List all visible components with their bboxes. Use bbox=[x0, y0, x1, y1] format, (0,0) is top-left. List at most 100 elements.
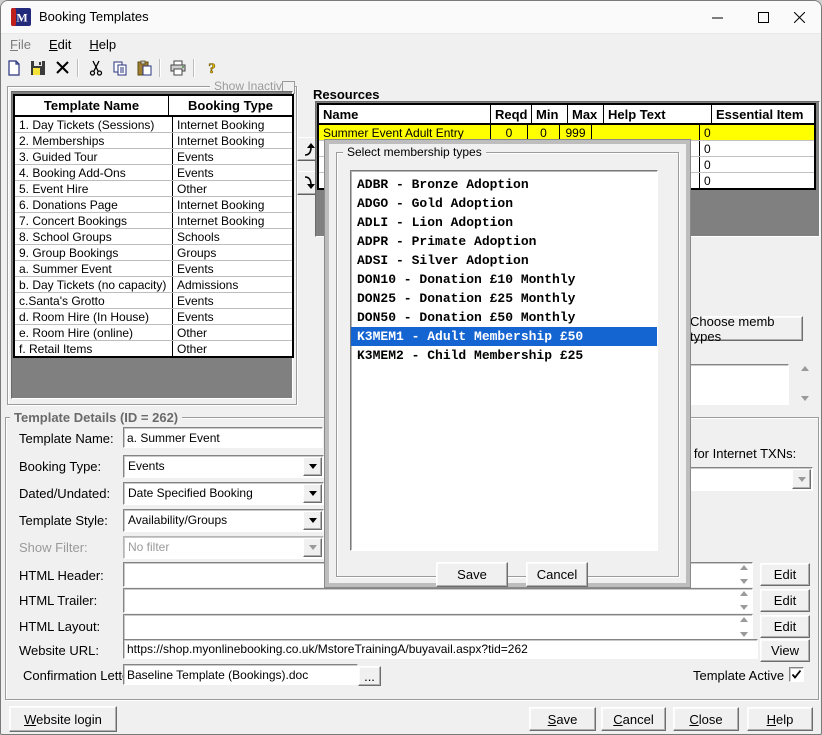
close-button[interactable] bbox=[777, 1, 822, 33]
save-icon[interactable] bbox=[27, 58, 49, 78]
print-icon[interactable] bbox=[167, 58, 189, 78]
html-header-edit-button[interactable]: Edit bbox=[760, 563, 810, 586]
confirmation-letter-input[interactable] bbox=[123, 664, 358, 685]
close-icon bbox=[794, 12, 805, 23]
table-row[interactable]: 4. Booking Add-OnsEvents bbox=[15, 165, 292, 181]
app-logo-icon: M bbox=[11, 8, 31, 26]
combo-arrow-button[interactable] bbox=[303, 457, 322, 476]
list-item[interactable]: ADBR - Bronze Adoption bbox=[351, 175, 657, 194]
combo-arrow-button[interactable] bbox=[303, 484, 322, 503]
resources-title: Resources bbox=[313, 87, 379, 102]
list-item[interactable]: ADSI - Silver Adoption bbox=[351, 251, 657, 270]
table-row[interactable]: 5. Event HireOther bbox=[15, 181, 292, 197]
dialog-title: Select membership types bbox=[343, 145, 486, 159]
booking-type-combo[interactable]: Events bbox=[123, 455, 324, 478]
table-row[interactable]: 3. Guided TourEvents bbox=[15, 149, 292, 165]
confirmation-letter-label: Confirmation Letter: bbox=[23, 668, 137, 683]
table-row[interactable]: 1. Day Tickets (Sessions)Internet Bookin… bbox=[15, 117, 292, 133]
template-style-combo[interactable]: Availability/Groups bbox=[123, 509, 324, 532]
dialog-cancel-button[interactable]: Cancel bbox=[526, 562, 588, 587]
list-item[interactable]: K3MEM2 - Child Membership £25 bbox=[351, 346, 657, 365]
resources-header: Name Reqd Min Max Help Text Essential It… bbox=[319, 105, 814, 125]
delete-icon[interactable] bbox=[51, 58, 73, 78]
html-trailer-label: HTML Trailer: bbox=[19, 593, 97, 608]
chevron-down-icon bbox=[309, 518, 317, 523]
help-icon[interactable]: ? bbox=[201, 58, 223, 78]
table-row[interactable]: c.Santa's GrottoEvents bbox=[15, 293, 292, 309]
cut-icon[interactable] bbox=[85, 58, 107, 78]
window-title: Booking Templates bbox=[39, 9, 149, 24]
help-button[interactable]: Help bbox=[747, 707, 813, 731]
dialog-save-button[interactable]: Save bbox=[436, 562, 508, 587]
template-name-label: Template Name: bbox=[19, 431, 114, 446]
new-icon[interactable] bbox=[3, 58, 25, 78]
table-row[interactable]: 7. Concert BookingsInternet Booking bbox=[15, 213, 292, 229]
svg-text:?: ? bbox=[208, 61, 216, 76]
select-membership-types-dialog: Select membership types ADBR - Bronze Ad… bbox=[324, 139, 691, 588]
html-header-label: HTML Header: bbox=[19, 568, 104, 583]
html-trailer-edit-button[interactable]: Edit bbox=[760, 589, 810, 612]
booking-templates-window: M Booking Templates File Edit Help bbox=[0, 0, 822, 735]
list-item[interactable]: DON25 - Donation £25 Monthly bbox=[351, 289, 657, 308]
maximize-icon bbox=[758, 12, 769, 23]
toolbar-separator bbox=[77, 59, 79, 77]
spin-down-icon bbox=[801, 396, 809, 401]
html-trailer-input[interactable] bbox=[123, 588, 753, 613]
menu-edit[interactable]: Edit bbox=[40, 35, 80, 54]
list-item[interactable]: DON10 - Donation £10 Monthly bbox=[351, 270, 657, 289]
template-table: Template Name Booking Type 1. Day Ticket… bbox=[13, 94, 294, 358]
show-filter-combo: No filter bbox=[123, 536, 324, 559]
spin-up-icon bbox=[801, 366, 809, 371]
menu-bar: File Edit Help bbox=[1, 34, 821, 55]
copy-icon[interactable] bbox=[109, 58, 131, 78]
template-name-input[interactable] bbox=[123, 427, 323, 448]
dated-undated-label: Dated/Undated: bbox=[19, 486, 110, 501]
toolbar-separator bbox=[159, 59, 161, 77]
paste-icon[interactable] bbox=[133, 58, 155, 78]
html-layout-label: HTML Layout: bbox=[19, 619, 100, 634]
website-login-button[interactable]: Website login bbox=[9, 706, 117, 732]
table-row[interactable]: 6. Donations PageInternet Booking bbox=[15, 197, 292, 213]
membership-types-listbox[interactable]: ADBR - Bronze Adoption ADGO - Gold Adopt… bbox=[350, 170, 658, 551]
table-row[interactable]: 8. School GroupsSchools bbox=[15, 229, 292, 245]
choose-memb-types-button[interactable]: Choose memb types bbox=[689, 316, 803, 341]
minimize-button[interactable] bbox=[695, 1, 740, 33]
dated-undated-combo[interactable]: Date Specified Booking bbox=[123, 482, 324, 505]
template-active-label: Template Active bbox=[693, 668, 784, 683]
chevron-down-icon bbox=[309, 491, 317, 496]
confirmation-browse-button[interactable]: ... bbox=[358, 666, 381, 686]
website-url-view-button[interactable]: View bbox=[760, 639, 810, 662]
close-button-footer[interactable]: Close bbox=[673, 707, 739, 731]
list-item[interactable]: DON50 - Donation £50 Monthly bbox=[351, 308, 657, 327]
chevron-down-icon bbox=[309, 545, 317, 550]
list-item[interactable]: ADGO - Gold Adoption bbox=[351, 194, 657, 213]
html-layout-input[interactable] bbox=[123, 614, 753, 640]
html-layout-edit-button[interactable]: Edit bbox=[760, 615, 810, 638]
spin-up-icon bbox=[740, 617, 748, 622]
table-row[interactable]: e. Room Hire (online)Other bbox=[15, 325, 292, 341]
website-url-input[interactable] bbox=[123, 639, 758, 659]
spin-down-icon bbox=[740, 632, 748, 637]
spin-down-icon bbox=[740, 579, 748, 584]
table-row[interactable]: b. Day Tickets (no capacity)Admissions bbox=[15, 277, 292, 293]
table-row[interactable]: d. Room Hire (In House)Events bbox=[15, 309, 292, 325]
table-row[interactable]: 2. MembershipsInternet Booking bbox=[15, 133, 292, 149]
show-filter-label: Show Filter: bbox=[19, 540, 88, 555]
list-item[interactable]: ADLI - Lion Adoption bbox=[351, 213, 657, 232]
memb-types-spinner[interactable] bbox=[791, 364, 811, 403]
combo-arrow-button[interactable] bbox=[303, 511, 322, 530]
save-button[interactable]: Save bbox=[529, 707, 596, 731]
list-item[interactable]: ADPR - Primate Adoption bbox=[351, 232, 657, 251]
template-active-checkbox[interactable] bbox=[789, 667, 804, 682]
cancel-button[interactable]: Cancel bbox=[601, 707, 666, 731]
toolbar: ? bbox=[1, 55, 821, 80]
table-row[interactable]: f. Retail ItemsOther bbox=[15, 341, 292, 356]
menu-help[interactable]: Help bbox=[80, 35, 125, 54]
list-item-selected[interactable]: K3MEM1 - Adult Membership £50 bbox=[351, 327, 657, 346]
menu-file[interactable]: File bbox=[1, 35, 40, 54]
table-row[interactable]: a. Summer EventEvents bbox=[15, 261, 292, 277]
template-details-title: Template Details (ID = 262) bbox=[10, 410, 182, 425]
minimize-icon bbox=[712, 12, 723, 23]
check-icon bbox=[791, 669, 802, 680]
table-row[interactable]: 9. Group BookingsGroups bbox=[15, 245, 292, 261]
